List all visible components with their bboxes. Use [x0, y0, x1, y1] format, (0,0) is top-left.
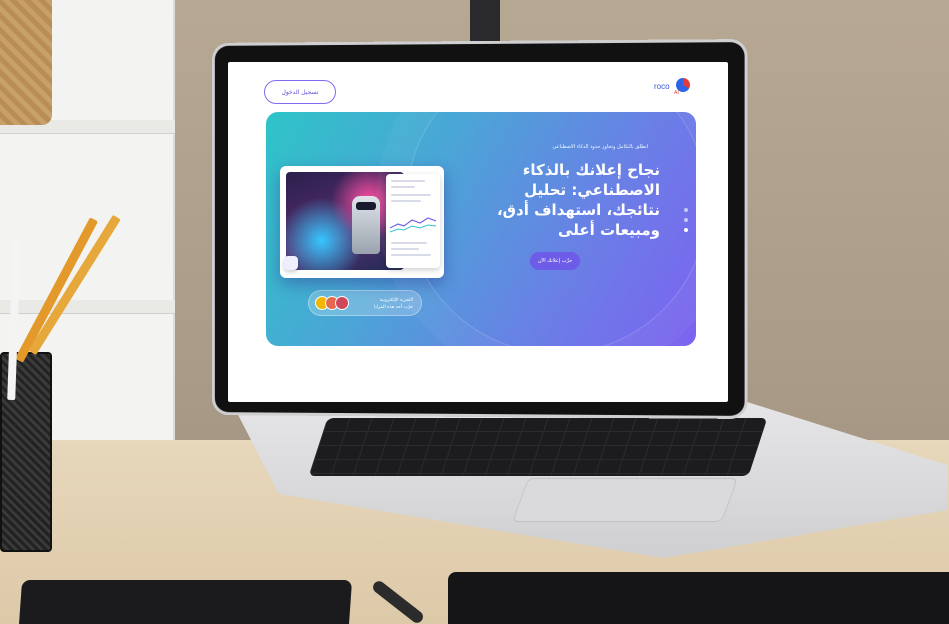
- laptop-keyboard: [309, 418, 768, 476]
- sparkle-icon: [284, 256, 298, 270]
- try-now-button[interactable]: جرِّب إعلانك الآن: [530, 252, 580, 270]
- tablet-device: [448, 572, 949, 624]
- hero-headline: نجاح إعلانك بالذكاء الاصطناعي: تحليل نتا…: [490, 160, 660, 240]
- proof-subtitle: جرّب أحد هذه المزايا: [374, 305, 413, 310]
- logo-text: roco: [654, 82, 670, 91]
- panel-line: [391, 186, 415, 188]
- wicker-basket: [0, 0, 52, 125]
- panel-line: [391, 194, 431, 196]
- panel-line: [391, 180, 425, 182]
- hero-tagline: انطلق بالتكامل وتجاوز حدود الذكاء الاصطن…: [552, 144, 648, 150]
- analytics-panel: [386, 174, 440, 268]
- lamp-pole: [470, 0, 500, 48]
- social-proof: التجربة الإلكترونية جرّب أحد هذه المزايا: [308, 290, 422, 316]
- carousel-dot-active[interactable]: [684, 228, 688, 232]
- login-button[interactable]: تسجيل الدخول: [264, 80, 336, 104]
- site-logo[interactable]: roco AI: [654, 78, 694, 98]
- product-mockup: [280, 166, 444, 278]
- shelf-board: [0, 300, 175, 314]
- mouse-pad: [18, 580, 352, 624]
- robot-icon: [352, 196, 380, 254]
- carousel-dot[interactable]: [684, 218, 688, 222]
- panel-line: [391, 248, 419, 250]
- panel-line: [391, 200, 421, 202]
- laptop-trackpad: [512, 478, 738, 522]
- laptop-screen: تسجيل الدخول roco AI انطلق بالتكامل وتجا…: [228, 62, 728, 402]
- site-header: تسجيل الدخول roco AI: [228, 62, 728, 110]
- photo-scene: تسجيل الدخول roco AI انطلق بالتكامل وتجا…: [0, 0, 949, 624]
- panel-line: [391, 242, 427, 244]
- hero-banner: انطلق بالتكامل وتجاوز حدود الذكاء الاصطن…: [266, 112, 696, 346]
- panel-line: [391, 254, 431, 256]
- carousel-dot[interactable]: [684, 208, 688, 212]
- logo-sub: AI: [674, 90, 679, 96]
- avatar: [335, 296, 349, 310]
- trend-chart-icon: [390, 214, 436, 234]
- proof-title: التجربة الإلكترونية: [380, 298, 413, 303]
